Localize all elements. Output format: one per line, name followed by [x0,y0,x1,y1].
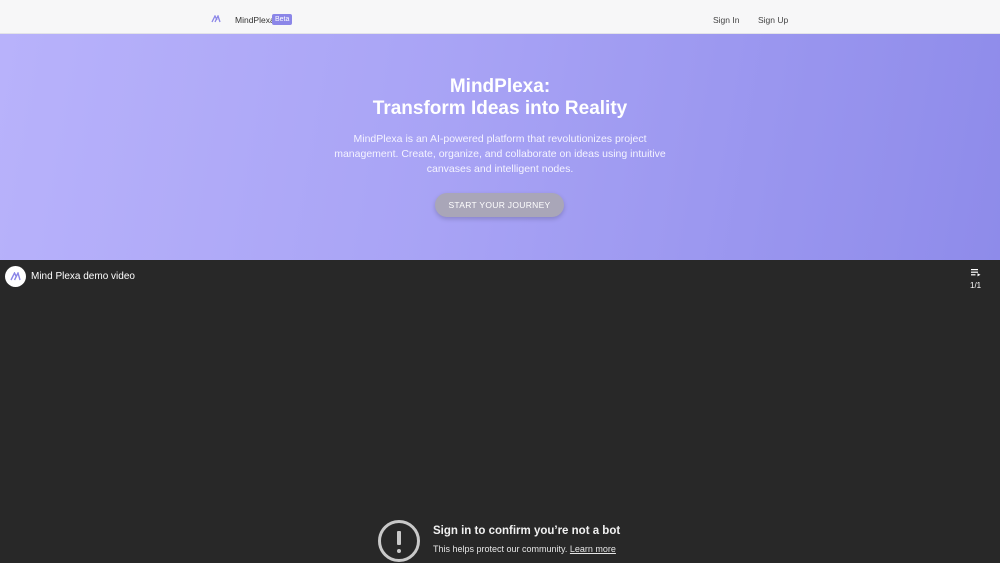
mindplexa-logo-icon[interactable] [211,15,221,23]
exclamation-circle-icon [378,520,420,562]
hero-title-line-2: Transform Ideas into Reality [372,98,628,119]
video-player[interactable]: Mind Plexa demo video 1/1 Sign in to con… [0,260,1000,563]
exclamation-dot [397,549,401,553]
mindplexa-logo-icon [10,272,21,281]
video-title[interactable]: Mind Plexa demo video [31,271,135,282]
bot-check-subtitle-text: This helps protect our community. [433,544,568,554]
exclamation-bar [397,531,401,545]
brand-name[interactable]: MindPlexa [235,15,275,25]
start-journey-button[interactable]: START YOUR JOURNEY [435,193,564,217]
sign-in-link[interactable]: Sign In [713,15,739,25]
hero-title-line-1: MindPlexa: [449,76,551,97]
playlist-count: 1/1 [970,281,982,290]
top-navbar: MindPlexa Beta Sign In Sign Up [0,0,1000,34]
hero-section: MindPlexa: Transform Ideas into Reality … [0,34,1000,260]
hero-description: MindPlexa is an AI-powered platform that… [334,133,666,175]
playlist-icon[interactable] [971,268,981,278]
bot-check-title: Sign in to confirm you’re not a bot [433,525,621,537]
learn-more-link[interactable]: Learn more [570,544,616,554]
channel-avatar[interactable] [5,266,26,287]
bot-check-subtitle: This helps protect our community. Learn … [433,544,616,554]
beta-badge: Beta [272,14,293,25]
sign-up-link[interactable]: Sign Up [758,15,788,25]
